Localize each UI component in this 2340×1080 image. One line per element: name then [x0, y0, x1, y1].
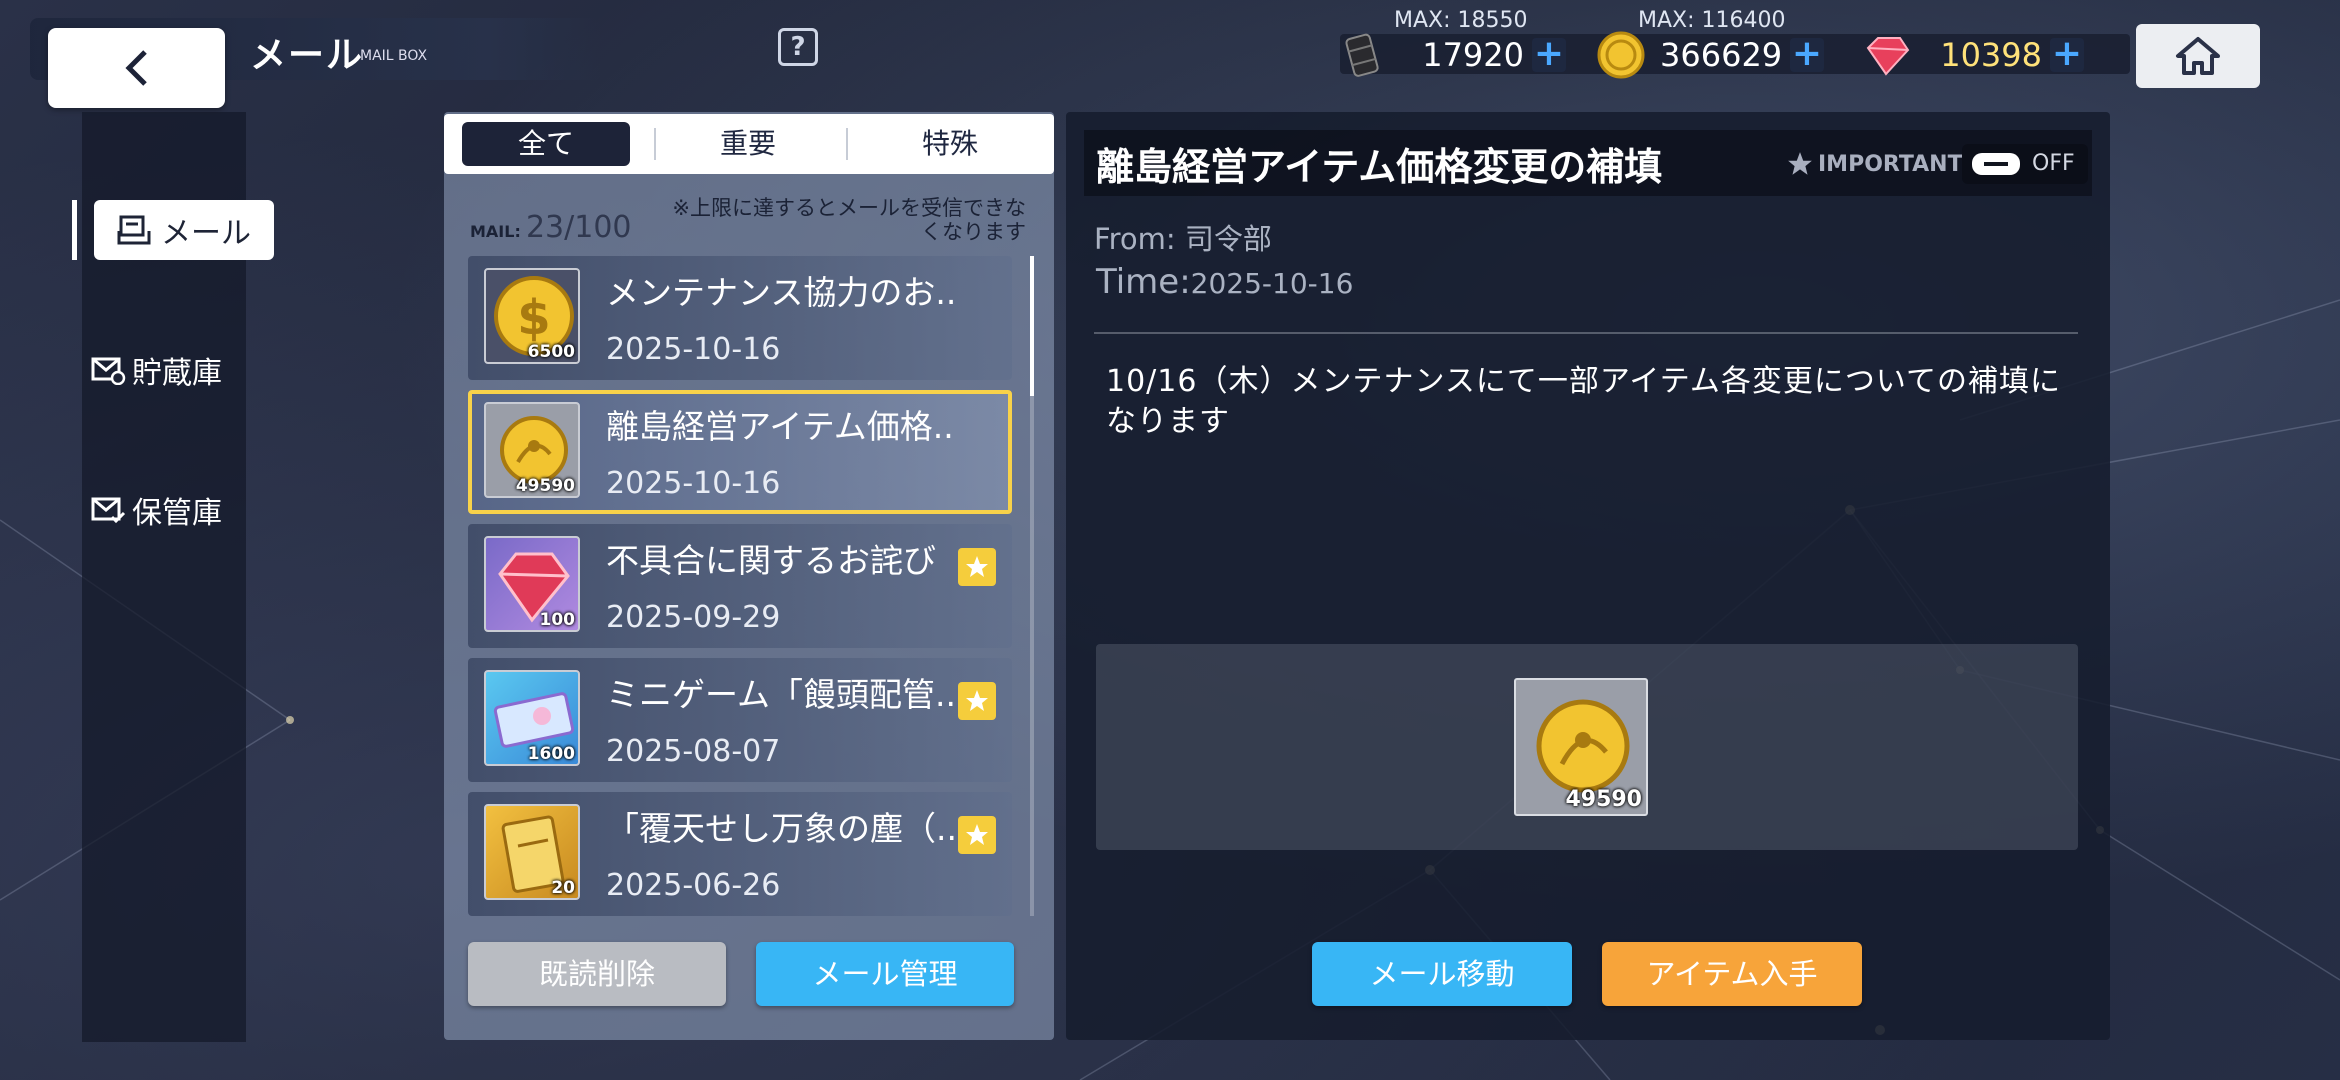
item-quantity: 6500: [527, 342, 575, 362]
important-toggle-label: IMPORTANT: [1786, 150, 1963, 178]
attachment-item[interactable]: 49590: [1514, 678, 1648, 816]
mail-count: MAIL: 23/100: [470, 210, 632, 245]
mail-thumbnail: 1600: [484, 670, 580, 766]
sidebar-item-label: メール: [161, 216, 251, 251]
item-quantity: 100: [539, 610, 576, 630]
delete-read-button[interactable]: 既読削除: [468, 942, 726, 1006]
coin-icon: [1597, 31, 1645, 79]
gem-icon: [1866, 37, 1910, 76]
sidebar-item-storage[interactable]: 貯蔵庫: [90, 348, 222, 392]
home-button[interactable]: [2136, 24, 2260, 88]
chevron-left-icon: [124, 50, 147, 86]
mail-thumbnail: 49590: [484, 402, 580, 498]
mail-limit-note: ※上限に達するとメールを受信できなくなります: [672, 196, 1026, 244]
mail-time-value: 2025-10-16: [1190, 267, 1354, 300]
mail-time-label: Time:: [1096, 262, 1191, 302]
gems-add-button[interactable]: +: [2050, 36, 2084, 72]
sidebar-item-archive[interactable]: 保管庫: [90, 488, 222, 532]
mail-title: 「覆天せし万象の塵（..: [606, 809, 957, 848]
mail-title: 離島経営アイテム価格..: [606, 407, 954, 446]
item-quantity: 1600: [527, 744, 575, 764]
mail-list-item[interactable]: 1600 ミニゲーム「饅頭配管.. 2025-08-07: [468, 658, 1012, 782]
mail-count-value: 23/100: [525, 210, 632, 245]
tab-divider: [654, 128, 656, 160]
star-icon: [966, 556, 988, 577]
mail-thumbnail: 100: [484, 536, 580, 632]
item-quantity: 20: [551, 878, 575, 898]
mail-date: 2025-06-26: [606, 868, 781, 903]
fuel-add-button[interactable]: +: [1532, 36, 1566, 72]
mail-date: 2025-10-16: [606, 332, 781, 367]
attachment-quantity: 49590: [1565, 787, 1642, 812]
tab-special[interactable]: 特殊: [866, 122, 1034, 166]
mail-list-item[interactable]: 100 不具合に関するお詫び 2025-09-29: [468, 524, 1012, 648]
fuel-barrel-icon: [1345, 33, 1379, 77]
fuel-max: MAX: 18550: [1394, 8, 1528, 33]
page-title: メール: [250, 35, 365, 76]
tab-important[interactable]: 重要: [664, 122, 832, 166]
sidebar-item-mail[interactable]: メール: [94, 200, 274, 260]
important-star-badge: [958, 548, 996, 586]
home-icon: [2176, 37, 2220, 75]
mail-count-label: MAIL:: [470, 222, 521, 241]
mail-date: 2025-08-07: [606, 734, 781, 769]
mail-detail-title: 離島経営アイテム価格変更の補填: [1096, 145, 1663, 189]
mail-thumbnail: 20: [484, 804, 580, 900]
storage-mail-icon: [91, 357, 126, 385]
sidebar-item-label: 貯蔵庫: [132, 356, 222, 391]
mail-sender: From: 司令部: [1094, 222, 1272, 256]
back-button[interactable]: [48, 28, 225, 108]
coins-max: MAX: 116400: [1638, 8, 1786, 33]
mail-thumbnail: $ 6500: [484, 268, 580, 364]
sidebar-active-indicator: [72, 200, 77, 260]
star-icon: [966, 824, 988, 845]
mail-time: Time:2025-10-16: [1096, 262, 1353, 302]
important-toggle[interactable]: OFF: [1962, 144, 2088, 184]
toggle-state: OFF: [2032, 151, 2075, 176]
mail-manage-button[interactable]: メール管理: [756, 942, 1014, 1006]
page-subtitle: MAIL BOX: [360, 48, 428, 64]
detail-divider: [1094, 332, 2078, 334]
star-icon: [1788, 152, 1812, 175]
coins-value: 366629: [1660, 36, 1783, 74]
mail-date: 2025-09-29: [606, 600, 781, 635]
item-quantity: 49590: [515, 476, 575, 496]
mail-list-item-selected[interactable]: 49590 離島経営アイテム価格.. 2025-10-16: [468, 390, 1012, 514]
fuel-value: 17920: [1422, 36, 1524, 74]
tab-all[interactable]: 全て: [462, 122, 630, 166]
mail-icon: [117, 215, 151, 245]
toggle-knob: [1972, 153, 2020, 175]
star-icon: [966, 690, 988, 711]
archive-mail-icon: [91, 497, 126, 524]
move-mail-button[interactable]: メール移動: [1312, 942, 1572, 1006]
important-star-badge: [958, 816, 996, 854]
mail-title: メンテナンス協力のお..: [606, 273, 957, 312]
gems-value: 10398: [1940, 36, 2042, 74]
mail-title: ミニゲーム「饅頭配管..: [606, 675, 956, 714]
help-button[interactable]: ?: [778, 28, 818, 66]
mail-date: 2025-10-16: [606, 466, 781, 501]
tab-divider: [846, 128, 848, 160]
claim-items-button[interactable]: アイテム入手: [1602, 942, 1862, 1006]
svg-text:$: $: [517, 290, 550, 346]
mail-body: 10/16（木）メンテナンスにて一部アイテム各変更についての補填になります: [1106, 364, 2061, 439]
important-star-badge: [958, 682, 996, 720]
sidebar-item-label: 保管庫: [132, 496, 222, 531]
important-label-text: IMPORTANT: [1818, 151, 1963, 177]
coins-add-button[interactable]: +: [1790, 36, 1824, 72]
mail-list-scrollbar-thumb[interactable]: [1030, 256, 1034, 396]
mail-title: 不具合に関するお詫び: [606, 541, 936, 580]
mail-list-item[interactable]: $ 6500 メンテナンス協力のお.. 2025-10-16: [468, 256, 1012, 380]
mail-list-item[interactable]: 20 「覆天せし万象の塵（.. 2025-06-26: [468, 792, 1012, 916]
